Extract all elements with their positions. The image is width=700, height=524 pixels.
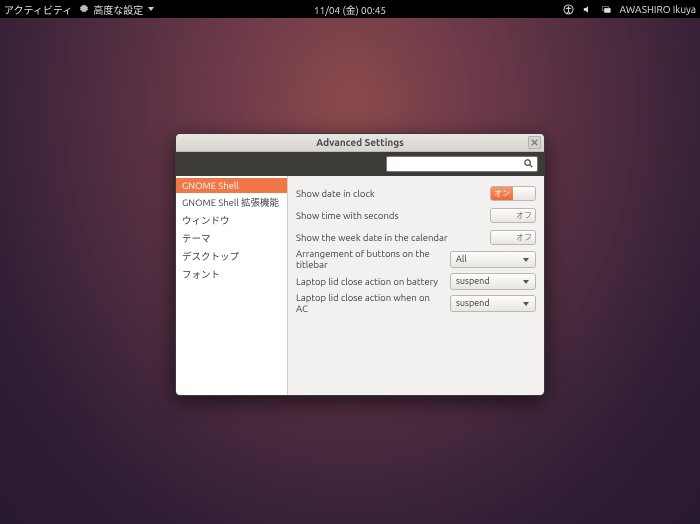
volume-icon[interactable] bbox=[582, 4, 593, 15]
setting-row: Show the week date in the calendarオンオフ bbox=[296, 226, 536, 248]
app-menu[interactable]: 高度な設定 bbox=[78, 2, 154, 17]
setting-row: Arrangement of buttons on the titlebar Al… bbox=[296, 248, 536, 270]
sidebar-item[interactable]: GNOME Shell 拡張機能 bbox=[176, 193, 287, 211]
search-icon bbox=[523, 158, 534, 171]
accessibility-icon[interactable] bbox=[563, 4, 574, 15]
combo-box[interactable]: suspend bbox=[450, 273, 536, 290]
setting-row: Laptop lid close action on battery suspen… bbox=[296, 270, 536, 292]
setting-label: Show the week date in the calendar bbox=[296, 232, 490, 243]
settings-content: Show date in clockオンオフShow time with sec… bbox=[288, 176, 544, 395]
advanced-settings-window: Advanced Settings GNOME ShellGNOME Shell… bbox=[175, 133, 545, 396]
setting-row: Show time with secondsオンオフ bbox=[296, 204, 536, 226]
combo-box[interactable]: All bbox=[450, 251, 536, 268]
top-panel: アクティビティ 高度な設定 11/04 (金) 00:45 AWASHIRO I… bbox=[0, 0, 700, 18]
setting-label: Arrangement of buttons on the titlebar bbox=[296, 248, 450, 270]
setting-label: Show time with seconds bbox=[296, 210, 490, 221]
sidebar-item[interactable]: テーマ bbox=[176, 229, 287, 247]
combo-value: suspend bbox=[456, 298, 490, 308]
sidebar-item[interactable]: GNOME Shell bbox=[176, 178, 287, 193]
combo-value: All bbox=[456, 254, 467, 264]
combo-value: suspend bbox=[456, 276, 490, 286]
user-menu[interactable]: AWASHIRO Ikuya bbox=[620, 4, 696, 15]
toggle-on-label: オン bbox=[491, 231, 513, 244]
titlebar[interactable]: Advanced Settings bbox=[176, 134, 544, 152]
toggle-off-label: オフ bbox=[513, 231, 535, 244]
network-icon[interactable] bbox=[601, 4, 612, 15]
sidebar: GNOME ShellGNOME Shell 拡張機能ウィンドウテーマデスクトッ… bbox=[176, 176, 288, 395]
toggle-switch[interactable]: オンオフ bbox=[490, 230, 536, 245]
toggle-switch[interactable]: オンオフ bbox=[490, 186, 536, 201]
search-input[interactable] bbox=[386, 156, 538, 172]
setting-label: Show date in clock bbox=[296, 188, 490, 199]
toggle-on-label: オン bbox=[491, 187, 513, 200]
toggle-on-label: オン bbox=[491, 209, 513, 222]
window-title: Advanced Settings bbox=[316, 137, 404, 148]
toolbar bbox=[176, 152, 544, 176]
app-menu-label: 高度な設定 bbox=[93, 2, 143, 17]
clock[interactable]: 11/04 (金) 00:45 bbox=[314, 2, 386, 17]
setting-row: Laptop lid close action when on AC suspen… bbox=[296, 292, 536, 314]
sidebar-item[interactable]: フォント bbox=[176, 265, 287, 283]
setting-row: Show date in clockオンオフ bbox=[296, 182, 536, 204]
gear-icon bbox=[78, 3, 90, 15]
chevron-down-icon bbox=[148, 7, 154, 11]
toggle-switch[interactable]: オンオフ bbox=[490, 208, 536, 223]
combo-box[interactable]: suspend bbox=[450, 295, 536, 312]
toggle-off-label: オフ bbox=[513, 187, 535, 200]
toggle-off-label: オフ bbox=[513, 209, 535, 222]
activities-button[interactable]: アクティビティ bbox=[4, 2, 72, 17]
sidebar-item[interactable]: ウィンドウ bbox=[176, 211, 287, 229]
close-button[interactable] bbox=[528, 136, 541, 149]
setting-label: Laptop lid close action when on AC bbox=[296, 292, 450, 314]
setting-label: Laptop lid close action on battery bbox=[296, 276, 450, 287]
close-icon bbox=[531, 139, 538, 146]
sidebar-item[interactable]: デスクトップ bbox=[176, 247, 287, 265]
